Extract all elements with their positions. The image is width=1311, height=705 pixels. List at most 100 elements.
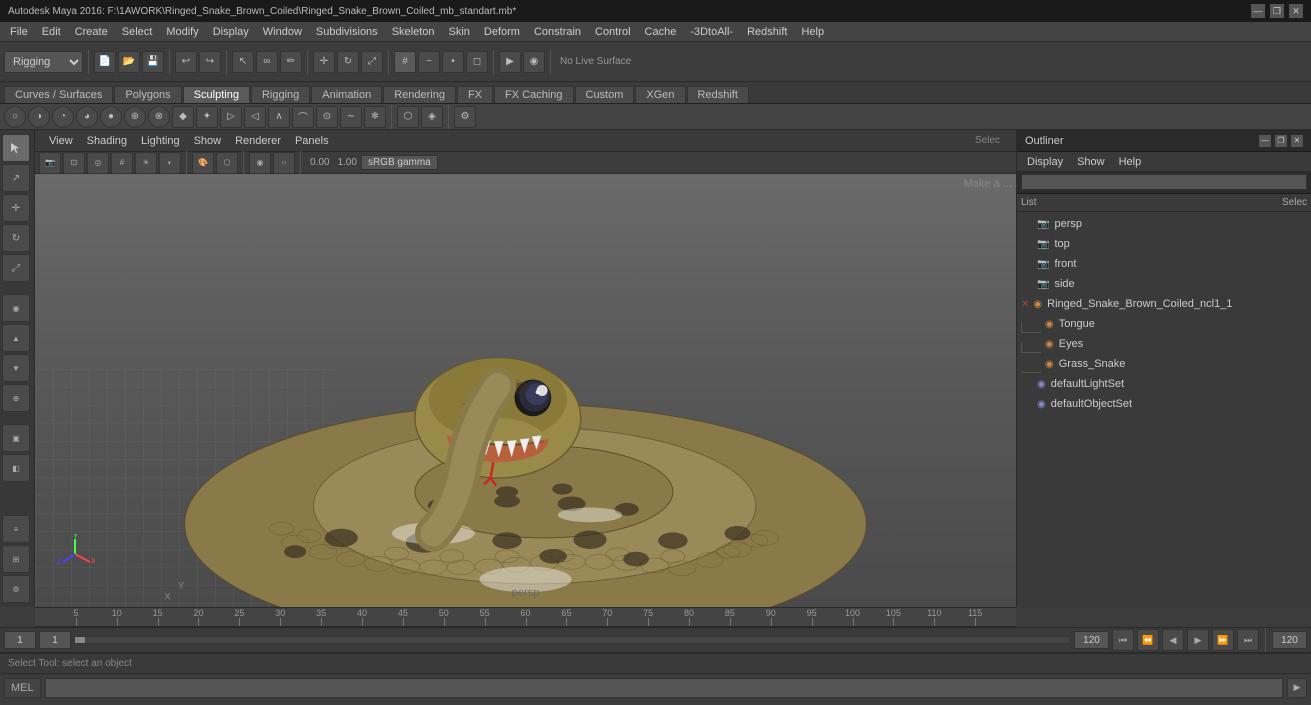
tree-item-grass-snake[interactable]: ◉ Grass_Snake bbox=[1017, 354, 1311, 374]
snap-surface-btn[interactable]: ◻ bbox=[466, 51, 488, 73]
outliner-search-input[interactable] bbox=[1021, 174, 1307, 190]
tab-polygons[interactable]: Polygons bbox=[114, 86, 181, 103]
ipr-btn[interactable]: ◉ bbox=[523, 51, 545, 73]
vp-shadow-btn[interactable]: ◐ bbox=[159, 152, 181, 174]
maximize-btn[interactable]: ❐ bbox=[1270, 4, 1284, 18]
sculpt-foamy-btn[interactable]: ● bbox=[100, 106, 122, 128]
gamma-selector[interactable]: sRGB gamma bbox=[361, 155, 438, 170]
open-scene-btn[interactable]: 📂 bbox=[118, 51, 140, 73]
go-start-btn[interactable]: ⏮ bbox=[1112, 629, 1134, 651]
menu-create[interactable]: Create bbox=[69, 25, 114, 39]
scale-tool-btn[interactable]: ⤢ bbox=[2, 254, 30, 282]
mel-run-btn[interactable]: ▶ bbox=[1287, 678, 1307, 698]
start-frame-input[interactable] bbox=[4, 631, 36, 649]
snap-grid-btn[interactable]: # bbox=[394, 51, 416, 73]
tree-item-eyes[interactable]: ◉ Eyes bbox=[1017, 334, 1311, 354]
menu-help[interactable]: Help bbox=[795, 25, 830, 39]
menu-window[interactable]: Window bbox=[257, 25, 308, 39]
select-btn[interactable]: ↖ bbox=[232, 51, 254, 73]
menu-skin[interactable]: Skin bbox=[443, 25, 476, 39]
mel-input[interactable] bbox=[45, 678, 1283, 698]
vp-menu-lighting[interactable]: Lighting bbox=[135, 134, 186, 148]
sculpt-repeat-btn[interactable]: ⊗ bbox=[148, 106, 170, 128]
menu-deform[interactable]: Deform bbox=[478, 25, 526, 39]
undo-btn[interactable]: ↩ bbox=[175, 51, 197, 73]
menu-file[interactable]: File bbox=[4, 25, 34, 39]
vp-hud-btn[interactable]: ◉ bbox=[249, 152, 271, 174]
tree-item-tongue[interactable]: ◉ Tongue bbox=[1017, 314, 1311, 334]
vp-menu-view[interactable]: View bbox=[43, 134, 79, 148]
out-menu-help[interactable]: Help bbox=[1113, 155, 1148, 169]
sculpt-relax-btn[interactable]: ○ bbox=[4, 106, 26, 128]
end-frame-input[interactable] bbox=[1074, 631, 1109, 649]
menu-control[interactable]: Control bbox=[589, 25, 636, 39]
tree-item-default-light-set[interactable]: ◉ defaultLightSet bbox=[1017, 374, 1311, 394]
tree-item-persp[interactable]: 📷 persp bbox=[1017, 214, 1311, 234]
sculpt-sym-btn[interactable]: ⬡ bbox=[397, 106, 419, 128]
tab-xgen[interactable]: XGen bbox=[635, 86, 685, 103]
menu-constrain[interactable]: Constrain bbox=[528, 25, 587, 39]
sculpt-bulge-btn[interactable]: ⊙ bbox=[316, 106, 338, 128]
paint-select-tool-btn[interactable]: ↗ bbox=[2, 164, 30, 192]
attr-editor-btn[interactable]: ⊞ bbox=[2, 545, 30, 573]
sculpt-smooth-btn[interactable]: ◔ bbox=[52, 106, 74, 128]
outliner-close-btn[interactable]: ✕ bbox=[1291, 135, 1303, 147]
vp-menu-renderer[interactable]: Renderer bbox=[229, 134, 287, 148]
vp-camera-btn[interactable]: 📷 bbox=[39, 152, 61, 174]
vp-menu-panels[interactable]: Panels bbox=[289, 134, 335, 148]
sculpt-spray-btn[interactable]: ⊕ bbox=[124, 106, 146, 128]
soft-mod-tool-btn[interactable]: ◉ bbox=[2, 294, 30, 322]
paint-select-btn[interactable]: ✏ bbox=[280, 51, 302, 73]
sculpt-flatten-btn[interactable]: ◕ bbox=[76, 106, 98, 128]
outliner-maximize-btn[interactable]: ❐ bbox=[1275, 135, 1287, 147]
play-back-btn[interactable]: ◀ bbox=[1162, 629, 1184, 651]
vp-light-btn[interactable]: ☀ bbox=[135, 152, 157, 174]
tab-fx-caching[interactable]: FX Caching bbox=[494, 86, 573, 103]
menu-cache[interactable]: Cache bbox=[639, 25, 683, 39]
channel-box-btn[interactable]: ≡ bbox=[2, 515, 30, 543]
next-frame-btn[interactable]: ⏩ bbox=[1212, 629, 1234, 651]
sculpt-knife-btn[interactable]: ∧ bbox=[268, 106, 290, 128]
outliner-minimize-btn[interactable]: — bbox=[1259, 135, 1271, 147]
tree-item-default-object-set[interactable]: ◉ defaultObjectSet bbox=[1017, 394, 1311, 414]
go-end-btn[interactable]: ⏭ bbox=[1237, 629, 1259, 651]
menu-edit[interactable]: Edit bbox=[36, 25, 67, 39]
snap-curve-btn[interactable]: ~ bbox=[418, 51, 440, 73]
3d-viewport[interactable]: X Y persp Make a ... X Y Z bbox=[35, 174, 1016, 607]
vp-texture-btn[interactable]: ⬡ bbox=[216, 152, 238, 174]
play-fwd-btn[interactable]: ▶ bbox=[1187, 629, 1209, 651]
tab-rigging[interactable]: Rigging bbox=[251, 86, 310, 103]
tab-custom[interactable]: Custom bbox=[575, 86, 635, 103]
vp-color-btn[interactable]: 🎨 bbox=[192, 152, 214, 174]
sculpt-grab-btn[interactable]: ◑ bbox=[28, 106, 50, 128]
vp-smooth-btn[interactable]: ◎ bbox=[87, 152, 109, 174]
menu-select[interactable]: Select bbox=[116, 25, 159, 39]
workspace-selector[interactable]: Rigging Modeling Sculpting Animation bbox=[4, 51, 83, 73]
sculpt-settings-btn[interactable]: ⚙ bbox=[454, 106, 476, 128]
scale-btn[interactable]: ⤢ bbox=[361, 51, 383, 73]
sculpt-display-btn[interactable]: ◈ bbox=[421, 106, 443, 128]
sculpt-smear-btn[interactable]: ⌒ bbox=[292, 106, 314, 128]
sculpt-fill-btn[interactable]: ◁ bbox=[244, 106, 266, 128]
show-manip-btn[interactable]: ⊕ bbox=[2, 384, 30, 412]
prev-frame-btn[interactable]: ⏪ bbox=[1137, 629, 1159, 651]
sculpt-amplify-btn[interactable]: ∼ bbox=[340, 106, 362, 128]
tab-redshift[interactable]: Redshift bbox=[687, 86, 749, 103]
tab-curves-surfaces[interactable]: Curves / Surfaces bbox=[4, 86, 113, 103]
tab-sculpting[interactable]: Sculpting bbox=[183, 86, 250, 103]
playback-range-bar[interactable] bbox=[74, 636, 1071, 644]
sculpt-push-btn[interactable]: ▲ bbox=[2, 324, 30, 352]
move-btn[interactable]: ✛ bbox=[313, 51, 335, 73]
select-tool-btn[interactable] bbox=[2, 134, 30, 162]
menu-skeleton[interactable]: Skeleton bbox=[386, 25, 441, 39]
move-tool-btn[interactable]: ✛ bbox=[2, 194, 30, 222]
sculpt-wax-btn[interactable]: ✦ bbox=[196, 106, 218, 128]
tree-item-front[interactable]: 📷 front bbox=[1017, 254, 1311, 274]
vp-grid-btn[interactable]: # bbox=[111, 152, 133, 174]
tool-settings-btn[interactable]: ⚙ bbox=[2, 575, 30, 603]
minimize-btn[interactable]: — bbox=[1251, 4, 1265, 18]
new-scene-btn[interactable]: 📄 bbox=[94, 51, 116, 73]
display-layer-btn[interactable]: ▣ bbox=[2, 424, 30, 452]
menu-redshift[interactable]: Redshift bbox=[741, 25, 793, 39]
sculpt-pull-btn[interactable]: ▼ bbox=[2, 354, 30, 382]
